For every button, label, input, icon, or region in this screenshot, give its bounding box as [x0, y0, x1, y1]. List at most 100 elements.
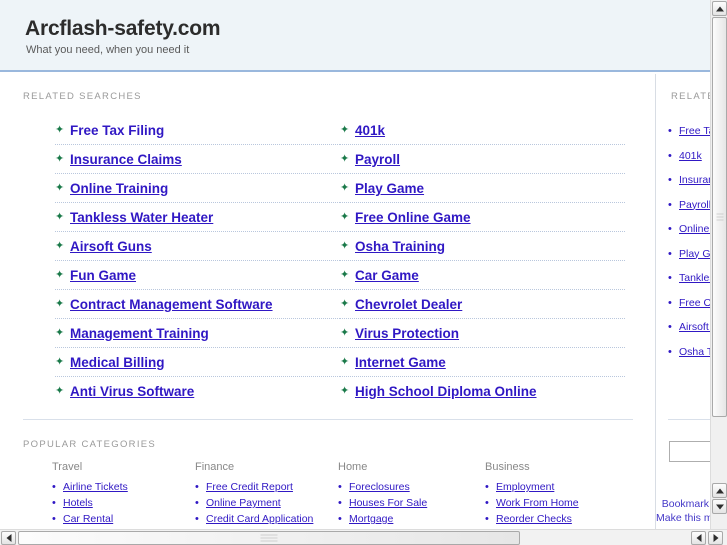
- related-search-link[interactable]: Online Training: [70, 181, 168, 196]
- related-search-item[interactable]: ✦ Management Training: [55, 319, 340, 348]
- related-search-item[interactable]: ✦ Payroll: [340, 145, 625, 174]
- category-link[interactable]: Airline Tickets: [63, 481, 128, 493]
- related-search-link[interactable]: Payroll: [355, 152, 400, 167]
- related-search-link[interactable]: Free Tax Filing: [70, 123, 164, 138]
- sidebar-related-item[interactable]: • Insurance Claims: [668, 168, 710, 193]
- related-search-item[interactable]: ✦ High School Diploma Online: [340, 377, 625, 406]
- sidebar-related-item[interactable]: • Free Tax Filing: [668, 119, 710, 144]
- category-item[interactable]: • Credit Card Application: [195, 511, 345, 527]
- related-search-item[interactable]: ✦ Virus Protection: [340, 319, 625, 348]
- related-search-link[interactable]: Medical Billing: [70, 355, 165, 370]
- category-link[interactable]: Car Rental: [63, 513, 113, 525]
- search-input[interactable]: [669, 441, 710, 462]
- scroll-left-button-secondary[interactable]: [691, 531, 706, 545]
- sidebar-related-item[interactable]: • Osha Training: [668, 340, 710, 365]
- related-searches-column-right: ✦ 401k ✦ Payroll ✦ Play Game ✦ Free Online Game…: [340, 116, 625, 406]
- category-link[interactable]: Credit Card Application: [206, 513, 313, 525]
- site-header: Arcflash-safety.com What you need, when …: [0, 0, 710, 72]
- sidebar-related-link[interactable]: Insurance Claims: [679, 174, 710, 186]
- related-search-link[interactable]: Fun Game: [70, 268, 136, 283]
- related-search-link[interactable]: Anti Virus Software: [70, 384, 194, 399]
- related-search-link[interactable]: Management Training: [70, 326, 209, 341]
- related-search-link[interactable]: Tankless Water Heater: [70, 210, 213, 225]
- related-search-item[interactable]: ✦ Fun Game: [55, 261, 340, 290]
- vertical-scroll-thumb[interactable]: [712, 17, 727, 417]
- category-link[interactable]: Mortgage: [349, 513, 393, 525]
- category-item[interactable]: • Free Credit Report: [195, 479, 345, 495]
- related-search-item[interactable]: ✦ Osha Training: [340, 232, 625, 261]
- horizontal-scrollbar[interactable]: [0, 529, 727, 545]
- category-item[interactable]: • Online Payment: [195, 495, 345, 511]
- sidebar-related-link[interactable]: Online Training: [679, 223, 710, 235]
- category-link[interactable]: Employment: [496, 481, 554, 493]
- related-search-item[interactable]: ✦ Internet Game: [340, 348, 625, 377]
- related-search-item[interactable]: ✦ Anti Virus Software: [55, 377, 340, 406]
- scroll-left-button[interactable]: [1, 531, 16, 545]
- sidebar-related-item[interactable]: • Play Game: [668, 242, 710, 267]
- scroll-up-button-secondary[interactable]: [712, 483, 727, 498]
- category-link[interactable]: Online Payment: [206, 497, 281, 509]
- category-item[interactable]: • Car Rental: [52, 511, 202, 527]
- related-search-item[interactable]: ✦ Chevrolet Dealer: [340, 290, 625, 319]
- scroll-right-button[interactable]: [708, 531, 723, 545]
- sidebar-related-link[interactable]: Tankless Water Heater: [679, 272, 710, 284]
- category-item[interactable]: • Mortgage: [338, 511, 488, 527]
- category-item[interactable]: • Employment: [485, 479, 635, 495]
- related-search-link[interactable]: Contract Management Software: [70, 297, 273, 312]
- related-search-item[interactable]: ✦ 401k: [340, 116, 625, 145]
- related-search-item[interactable]: ✦ Car Game: [340, 261, 625, 290]
- sidebar-related-link[interactable]: Airsoft Guns: [679, 321, 710, 333]
- related-search-item[interactable]: ✦ Free Tax Filing: [55, 116, 340, 145]
- category-link[interactable]: Houses For Sale: [349, 497, 427, 509]
- sidebar-related-item[interactable]: • Payroll: [668, 193, 710, 218]
- related-search-item[interactable]: ✦ Online Training: [55, 174, 340, 203]
- scroll-up-button[interactable]: [712, 1, 727, 16]
- vertical-scrollbar[interactable]: [710, 0, 727, 529]
- related-search-link[interactable]: Car Game: [355, 268, 419, 283]
- sidebar-related-link[interactable]: Play Game: [679, 248, 710, 260]
- horizontal-scroll-thumb[interactable]: [18, 531, 520, 545]
- related-search-link[interactable]: Play Game: [355, 181, 424, 196]
- related-search-link[interactable]: High School Diploma Online: [355, 384, 537, 399]
- sidebar-related-link[interactable]: Osha Training: [679, 346, 710, 358]
- chevron-left-icon: [6, 534, 11, 542]
- related-search-link[interactable]: 401k: [355, 123, 385, 138]
- related-search-link[interactable]: Internet Game: [355, 355, 446, 370]
- category-item[interactable]: • Reorder Checks: [485, 511, 635, 527]
- sidebar-related-link[interactable]: Free Online Game: [679, 297, 710, 309]
- related-search-link[interactable]: Free Online Game: [355, 210, 471, 225]
- sidebar-related-item[interactable]: • Free Online Game: [668, 291, 710, 316]
- category-link[interactable]: Reorder Checks: [496, 513, 572, 525]
- related-search-item[interactable]: ✦ Contract Management Software: [55, 290, 340, 319]
- related-search-item[interactable]: ✦ Tankless Water Heater: [55, 203, 340, 232]
- category-item[interactable]: • Houses For Sale: [338, 495, 488, 511]
- related-search-item[interactable]: ✦ Insurance Claims: [55, 145, 340, 174]
- set-homepage-link[interactable]: Make this my homepage: [656, 511, 710, 525]
- category-link[interactable]: Work From Home: [496, 497, 579, 509]
- sidebar-related-link[interactable]: 401k: [679, 150, 702, 162]
- category-item[interactable]: • Foreclosures: [338, 479, 488, 495]
- category-item[interactable]: • Airline Tickets: [52, 479, 202, 495]
- sidebar-related-item[interactable]: • Airsoft Guns: [668, 315, 710, 340]
- related-search-link[interactable]: Osha Training: [355, 239, 445, 254]
- related-search-item[interactable]: ✦ Airsoft Guns: [55, 232, 340, 261]
- sidebar-related-item[interactable]: • 401k: [668, 144, 710, 169]
- sidebar-related-item[interactable]: • Tankless Water Heater: [668, 266, 710, 291]
- scroll-down-button[interactable]: [712, 499, 727, 514]
- sidebar-related-link[interactable]: Payroll: [679, 199, 710, 211]
- sidebar-related-item[interactable]: • Online Training: [668, 217, 710, 242]
- category-link[interactable]: Hotels: [63, 497, 93, 509]
- related-search-link[interactable]: Insurance Claims: [70, 152, 182, 167]
- related-search-item[interactable]: ✦ Free Online Game: [340, 203, 625, 232]
- related-search-item[interactable]: ✦ Play Game: [340, 174, 625, 203]
- category-link[interactable]: Foreclosures: [349, 481, 410, 493]
- related-search-link[interactable]: Airsoft Guns: [70, 239, 152, 254]
- related-search-link[interactable]: Virus Protection: [355, 326, 459, 341]
- bookmark-link[interactable]: Bookmark: [656, 497, 709, 511]
- category-item[interactable]: • Work From Home: [485, 495, 635, 511]
- category-item[interactable]: • Hotels: [52, 495, 202, 511]
- related-search-item[interactable]: ✦ Medical Billing: [55, 348, 340, 377]
- sidebar-related-link[interactable]: Free Tax Filing: [679, 125, 710, 137]
- category-link[interactable]: Free Credit Report: [206, 481, 293, 493]
- related-search-link[interactable]: Chevrolet Dealer: [355, 297, 462, 312]
